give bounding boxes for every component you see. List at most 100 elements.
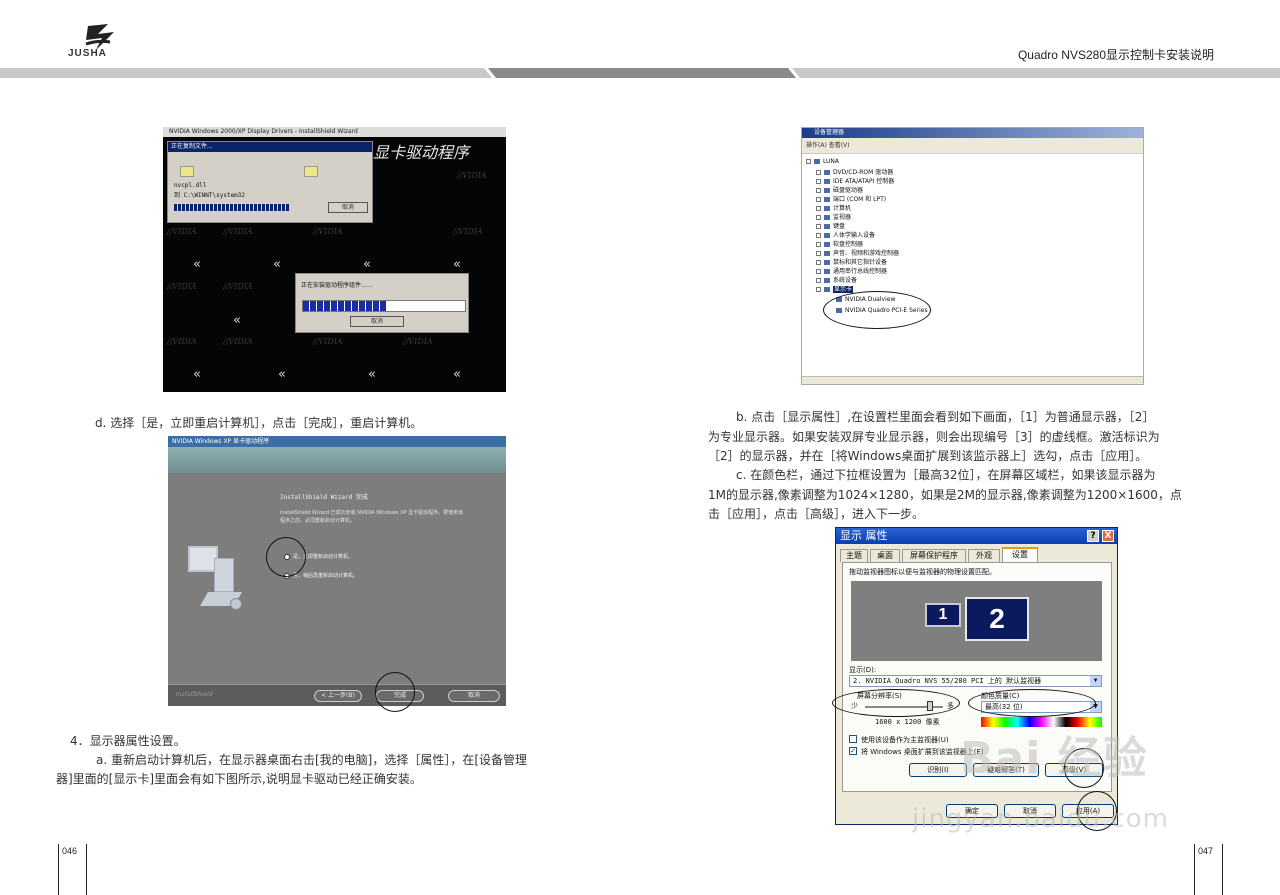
nvidia-eye-icon: « (193, 367, 201, 382)
nvidia-watermark: //VIDIA (457, 171, 487, 180)
window-title: NVIDIA Windows XP 显卡驱动程序 (168, 436, 506, 447)
slider-more-label: 多 (947, 702, 954, 710)
back-button[interactable]: < 上一步(B) (314, 690, 362, 702)
primary-monitor-label: 使用该设备作为主监视器(U) (861, 736, 949, 744)
close-button[interactable]: X (1102, 530, 1114, 542)
chevron-down-icon: ▼ (1090, 702, 1101, 712)
nvidia-eye-icon: « (453, 367, 461, 382)
radio-restart-now-label: 是，立即重新启动计算机。 (293, 554, 354, 560)
logo-text: JUSHA (68, 48, 107, 59)
finish-heading: InstallShield Wizard 完成 (280, 494, 368, 501)
monitor-arrangement-area: 1 2 (851, 581, 1102, 661)
copy-progress-bar (174, 204, 290, 211)
nvidia-watermark: //VIDIA (223, 227, 253, 236)
nvidia-eye-icon: « (453, 257, 461, 272)
finish-body-line1: InstallShield Wizard 已成功安装 NVIDIA Window… (280, 510, 464, 516)
baidu-watermark: Bai 经验 (960, 733, 1148, 784)
nvidia-eye-icon: « (273, 257, 281, 272)
tab-desktop[interactable]: 桌面 (870, 549, 900, 562)
tree-item[interactable]: 磁盘驱动器 (816, 185, 863, 194)
tree-item[interactable]: 端口 (COM 和 LPT) (816, 194, 886, 203)
display-adapter-quadro[interactable]: NVIDIA Quadro PCI-E Series (836, 307, 928, 314)
resolution-label: 屏幕分辨率(S) (857, 692, 902, 700)
nvidia-watermark: //VIDIA (167, 282, 197, 291)
tab-settings[interactable]: 设置 (1002, 547, 1038, 562)
tree-item[interactable]: 系统设备 (816, 275, 857, 284)
tree-item[interactable]: 声音、视频和游戏控制器 (816, 248, 899, 257)
computer-icon (182, 544, 243, 614)
tree-item-display-adapters[interactable]: 显示卡 (816, 284, 854, 293)
install-cancel-button[interactable]: 取消 (350, 316, 404, 327)
window-title-bar: 显示 属性 ? X (836, 528, 1117, 544)
tree-item[interactable]: 计算机 (816, 203, 851, 212)
baidu-watermark-url: jingyan.baidu.com (912, 804, 1169, 834)
nvidia-watermark: //VIDIA (453, 227, 483, 236)
nvidia-eye-icon: « (233, 313, 241, 328)
folder-icon (180, 166, 194, 177)
window-title: 显示 属性 (840, 529, 888, 542)
footer-rule (58, 844, 59, 895)
install-progress-fill (303, 301, 388, 311)
primary-monitor-checkbox[interactable] (849, 735, 857, 743)
para-b-line1: b. 点击［显示属性］,在设置栏里面会看到如下画面，［1］为普通显示器，［2］ (736, 410, 1155, 424)
identify-button[interactable]: 识别(I) (909, 763, 967, 777)
menu-bar[interactable]: 操作(A) 查看(V) (802, 138, 1143, 154)
extend-desktop-checkbox[interactable]: ✓ (849, 747, 857, 755)
copy-files-dialog: 正在复制文件... nvcpl.dll 到 C:\WINNT\system32 … (167, 141, 373, 223)
finish-button[interactable]: 完成 (376, 690, 424, 702)
resolution-value: 1600 x 1200 像素 (875, 718, 940, 726)
para-a-line2: 器]里面的[显示卡]里面会有如下图所示,说明显卡驱动已经正确安装。 (56, 772, 422, 786)
nvidia-watermark: //VIDIA (403, 337, 433, 346)
nvidia-watermark: //VIDIA (167, 337, 197, 346)
folder-icon (304, 166, 318, 177)
tab-appearance[interactable]: 外观 (968, 549, 1000, 562)
radio-restart-later[interactable] (284, 573, 290, 579)
display-label: 显示(D): (849, 666, 877, 674)
para-b-line3: ［2］的显示器，并在［将Windows桌面扩展到该监示器上］选勾，点击［应用］。 (708, 449, 1148, 463)
display-adapter-dualview[interactable]: NVIDIA Dualview (836, 296, 895, 303)
tree-item[interactable]: 鼠标和其它指针设备 (816, 257, 887, 266)
window-title: 设备管理器 (802, 128, 1143, 138)
nvidia-watermark: //VIDIA (223, 337, 253, 346)
color-quality-select[interactable]: 最高(32 位) ▼ (981, 701, 1102, 713)
radio-restart-later-label: 否，稍后再重新启动计算机。 (293, 573, 359, 579)
document-title: Quadro NVS280显示控制卡安装说明 (1017, 48, 1214, 62)
para-c-line3: 击［应用］，点击［高级］，进入下一步。 (708, 507, 925, 521)
installshield-brand: InstallShield (176, 691, 213, 698)
section-4-heading: 4．显示器属性设置。 (70, 734, 186, 748)
nvidia-watermark: //VIDIA (167, 227, 197, 236)
tree-item[interactable]: 软盘控制器 (816, 239, 863, 248)
display-select[interactable]: 2. NVIDIA Quadro NVS 55/280 PCI 上的 默认监视器… (849, 675, 1102, 687)
tab-theme[interactable]: 主题 (840, 549, 868, 562)
install-progress-dialog: 正在安装驱动程序组件…… 取消 (295, 273, 469, 333)
dialog-title: 正在复制文件... (168, 142, 372, 152)
tree-item[interactable]: 通用串行总线控制器 (816, 266, 887, 275)
wizard-footer: InstallShield < 上一步(B) 完成 取消 (168, 684, 506, 706)
tree-item[interactable]: 人体学输入设备 (816, 230, 875, 239)
slider-less-label: 少 (851, 702, 858, 710)
nvidia-eye-icon: « (193, 257, 201, 272)
radio-restart-now[interactable] (284, 554, 290, 560)
monitor-2-icon[interactable]: 2 (965, 597, 1029, 641)
tree-item[interactable]: DVD/CD-ROM 驱动器 (816, 167, 893, 176)
cancel-button[interactable]: 取消 (448, 690, 500, 702)
install-finish-screenshot: NVIDIA Windows XP 显卡驱动程序 InstallShield W… (168, 436, 506, 706)
tree-root[interactable]: LUNA (806, 158, 839, 165)
tree-item[interactable]: 键盘 (816, 221, 845, 230)
nvidia-eye-icon: « (363, 257, 371, 272)
finish-body-line2: 程序之前，必须重新启动计算机。 (280, 518, 356, 524)
monitor-1-icon[interactable]: 1 (925, 603, 961, 627)
para-a-line1: a. 重新启动计算机后，在显示器桌面右击[我的电脑]，选择［属性］，在[设备管理 (96, 753, 528, 767)
instruction-text: 拖动监视器图标以便与监视器的物理设置匹配。 (849, 568, 996, 576)
tree-item[interactable]: 监视器 (816, 212, 851, 221)
page-number-right: 047 (1198, 846, 1214, 856)
install-progress-track (302, 300, 466, 312)
tab-screensaver[interactable]: 屏幕保护程序 (902, 549, 966, 562)
copy-cancel-button[interactable]: 取消 (328, 202, 368, 213)
install-progress-screenshot: NVIDIA Windows 2000/XP Display Drivers -… (163, 127, 506, 392)
nvidia-watermark: //VIDIA (313, 337, 343, 346)
help-button[interactable]: ? (1087, 530, 1099, 542)
resolution-slider-thumb[interactable] (927, 701, 933, 711)
tree-item[interactable]: IDE ATA/ATAPI 控制器 (816, 176, 894, 185)
para-c-line2: 1M的显示器,像素调整为1024×1280，如果是2M的显示器,像素调整为120… (708, 488, 1182, 502)
